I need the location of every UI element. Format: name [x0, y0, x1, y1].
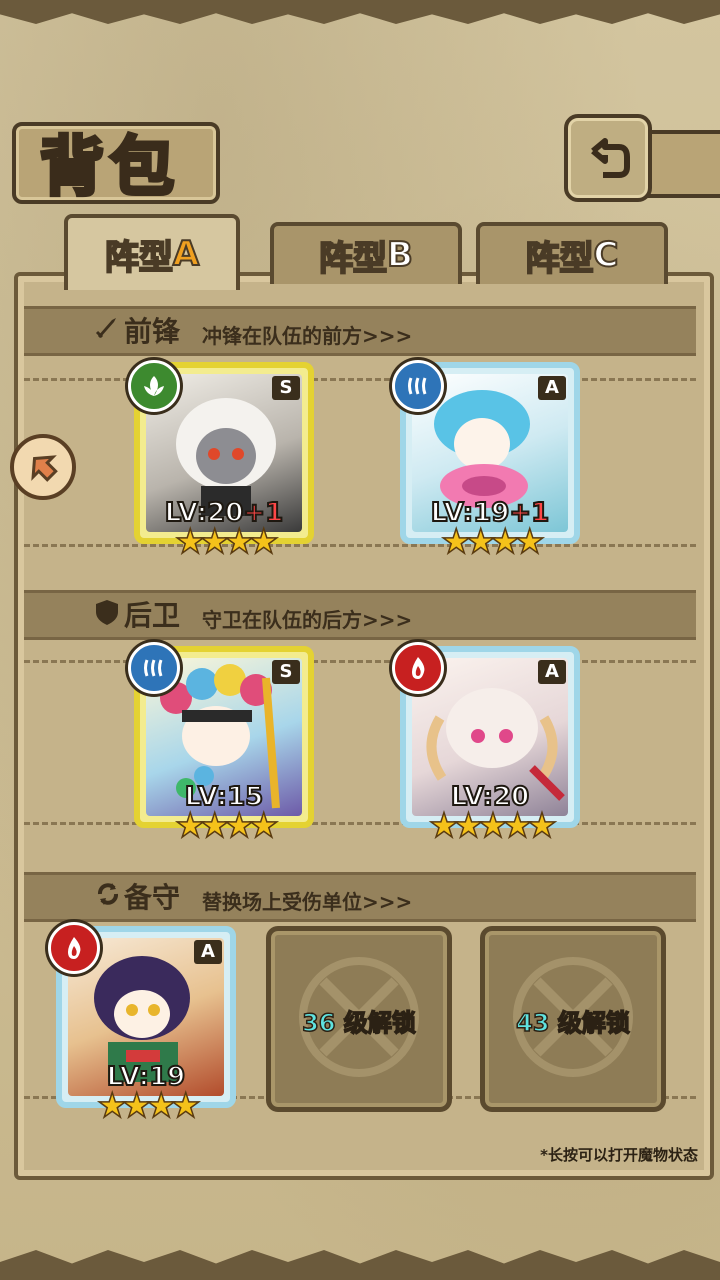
section-title-front: 前锋: [124, 315, 181, 348]
section-hint-front: 冲锋在队伍的前方>>>: [202, 324, 413, 348]
divider: [24, 378, 696, 381]
section-title-back: 后卫: [124, 599, 181, 632]
star-rating: ★★★★: [96, 1085, 201, 1127]
tab-formation-b[interactable]: 阵型 B: [270, 222, 462, 284]
tab-formation-c[interactable]: 阵型 C: [476, 222, 668, 284]
section-hint-back: 守卫在队伍的后方>>>: [202, 608, 413, 632]
water-element-icon: [392, 360, 444, 412]
section-hint-reserve: 替换场上受伤单位>>>: [202, 890, 413, 914]
tab-suffix: A: [172, 233, 200, 275]
tab-label: 阵型: [525, 238, 595, 280]
star-rating: ★★★★: [174, 805, 279, 847]
rank-badge: A: [194, 940, 222, 964]
page-title: 背包: [38, 128, 180, 207]
fire-element-icon: [392, 642, 444, 694]
tab-suffix: C: [593, 234, 620, 276]
divider: [24, 822, 696, 825]
locked-slot-1[interactable]: 36 级解锁: [266, 926, 452, 1112]
rank-badge: A: [538, 376, 566, 400]
unlock-requirement: 36 级解锁: [301, 1008, 416, 1038]
tab-formation-a[interactable]: 阵型 A: [64, 214, 240, 290]
footnote-hint: *长按可以打开魔物状态: [540, 1146, 698, 1164]
star-rating: ★★★★: [174, 521, 279, 563]
sword-icon: [94, 314, 120, 344]
return-arrow-icon: [591, 138, 630, 178]
back-button[interactable]: [564, 114, 652, 202]
back-button-tail: [640, 130, 720, 198]
unlock-requirement: 43 级解锁: [515, 1008, 630, 1038]
star-rating: ★★★★: [440, 521, 545, 563]
swap-icon: [94, 880, 122, 912]
divider: [24, 660, 696, 663]
rank-badge: S: [272, 660, 300, 684]
tab-suffix: B: [386, 234, 414, 276]
fire-element-icon: [48, 922, 100, 974]
divider: [24, 544, 696, 547]
rank-badge: A: [538, 660, 566, 684]
section-title-reserve: 备守: [124, 881, 181, 914]
nature-element-icon: [128, 360, 180, 412]
water-element-icon: [128, 642, 180, 694]
tab-label: 阵型: [318, 238, 388, 280]
locked-slot-2[interactable]: 43 级解锁: [480, 926, 666, 1112]
shield-icon: [94, 598, 120, 630]
side-expand-button[interactable]: [10, 434, 76, 500]
star-rating: ★★★★★: [428, 805, 558, 847]
side-arrow-icon: [31, 455, 58, 482]
tab-label: 阵型: [104, 237, 174, 279]
rank-badge: S: [272, 376, 300, 400]
